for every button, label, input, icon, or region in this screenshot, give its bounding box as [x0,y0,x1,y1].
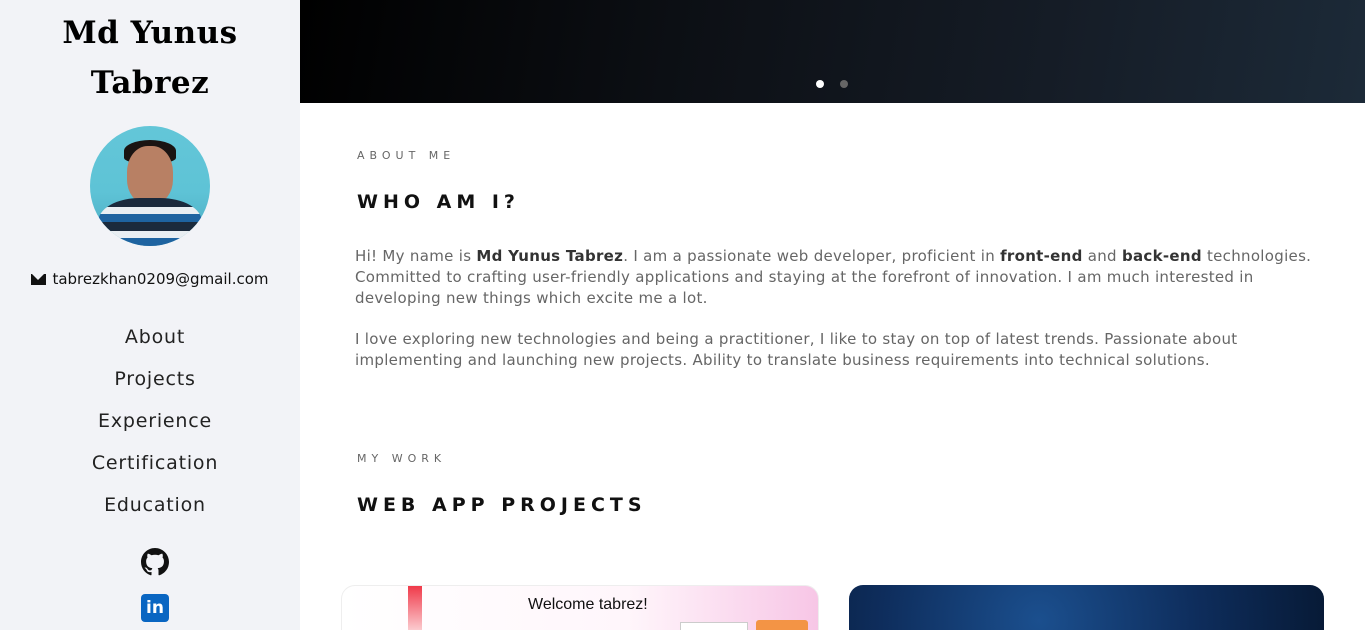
about-p1-frontend: front-end [1000,247,1083,265]
envelope-icon [31,273,47,285]
site-brand[interactable]: Md Yunus Tabrez [0,8,300,108]
about-p1-text-b: . I am a passionate web developer, profi… [623,247,1001,265]
carousel-dot-1[interactable] [816,80,824,88]
work-heading: WEB APP PROJECTS [357,494,647,516]
sidebar-nav: About Projects Experience Certification … [0,316,300,526]
avatar-face [127,146,173,204]
avatar-shirt [98,198,202,246]
card-preview-select [680,622,748,630]
social-links: in [10,548,300,622]
nav-item-certification[interactable]: Certification [10,442,300,484]
about-paragraph-2: I love exploring new technologies and be… [355,330,1238,369]
nav-item-education[interactable]: Education [10,484,300,526]
about-p1-text-a: Hi! My name is [355,247,477,265]
linkedin-icon[interactable]: in [141,594,169,622]
email-contact[interactable]: tabrezkhan0209@gmail.com [0,270,300,288]
hero-carousel [300,0,1365,103]
about-p1-backend: back-end [1121,247,1202,265]
project-card-title: Welcome tabrez! [528,596,648,613]
about-p1-text-c: and [1082,247,1122,265]
project-card-2[interactable] [849,585,1324,630]
sidebar: Md Yunus Tabrez tabrezkhan0209@gmail.com… [0,0,300,630]
brand-name-line1: Md Yunus [62,15,238,51]
project-card-todo[interactable]: Welcome tabrez! [341,585,819,630]
carousel-dot-2[interactable] [840,80,848,88]
main-content: ABOUT ME WHO AM I? Hi! My name is Md Yun… [300,103,1365,630]
card-preview-button [756,620,808,630]
card-decoration [408,586,422,630]
about-eyebrow: ABOUT ME [357,149,456,162]
nav-item-projects[interactable]: Projects [10,358,300,400]
carousel-dots [816,80,848,88]
nav-item-experience[interactable]: Experience [10,400,300,442]
avatar [90,126,210,246]
about-paragraph-1: Hi! My name is Md Yunus Tabrez. I am a p… [355,246,1315,309]
about-heading: WHO AM I? [357,191,520,213]
github-icon[interactable] [141,548,169,576]
brand-name-line2: Tabrez [90,65,210,101]
email-address: tabrezkhan0209@gmail.com [52,270,269,288]
about-p1-name: Md Yunus Tabrez [476,247,624,265]
work-eyebrow: MY WORK [357,452,447,465]
nav-item-about[interactable]: About [10,316,300,358]
